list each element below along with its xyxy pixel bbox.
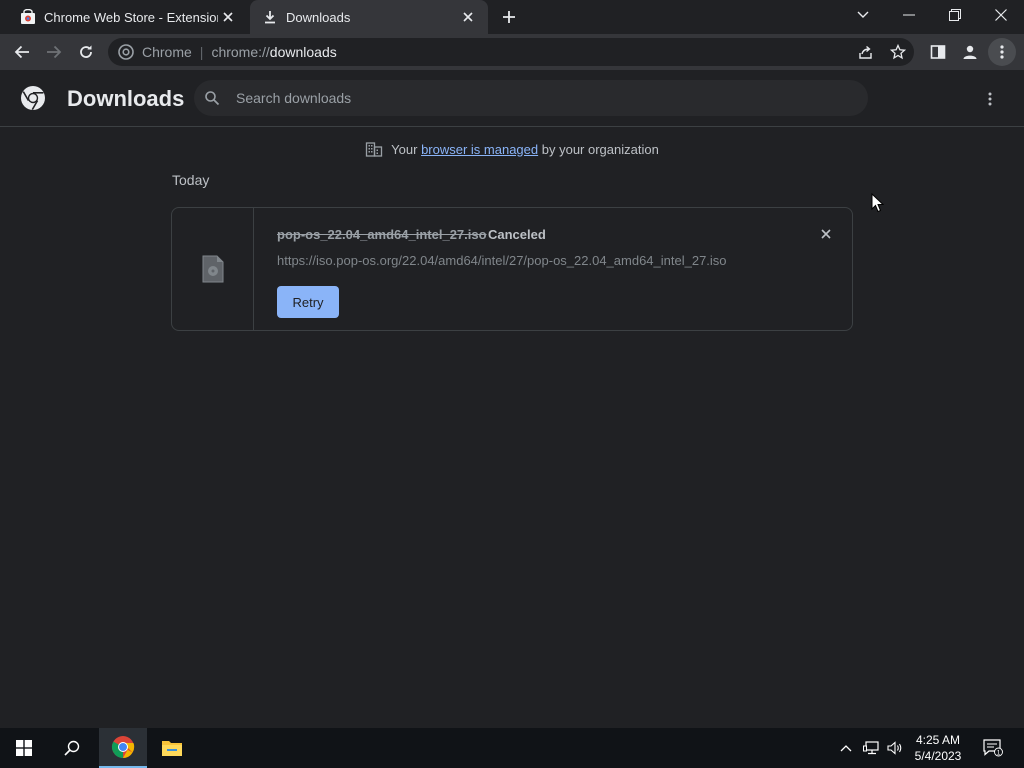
side-panel-icon[interactable] <box>924 38 952 66</box>
volume-icon[interactable] <box>884 728 906 768</box>
retry-button[interactable]: Retry <box>277 286 339 318</box>
mouse-cursor-icon <box>871 193 885 213</box>
search-input[interactable] <box>236 90 868 106</box>
chrome-logo-icon <box>20 85 46 111</box>
browser-managed-link[interactable]: browser is managed <box>421 142 538 157</box>
minimize-icon[interactable] <box>886 0 932 30</box>
tab-downloads[interactable]: Downloads <box>250 0 488 34</box>
tab-title: Chrome Web Store - Extensions <box>44 9 218 25</box>
notifications-icon[interactable]: 1 <box>980 728 1006 768</box>
chrome-icon <box>118 44 134 60</box>
windows-taskbar: 4:25 AM 5/4/2023 1 <box>0 728 1024 768</box>
restore-icon[interactable] <box>932 0 978 30</box>
reload-button[interactable] <box>72 38 100 66</box>
new-tab-button[interactable] <box>498 6 520 28</box>
network-icon[interactable] <box>860 728 882 768</box>
tab-chrome-web-store[interactable]: Chrome Web Store - Extensions <box>8 0 248 34</box>
downloads-header: Downloads <box>0 70 1024 127</box>
tab-search-icon[interactable] <box>840 0 886 30</box>
toolbar: Chrome | chrome:// downloads <box>0 34 1024 70</box>
download-status: Canceled <box>488 227 546 242</box>
file-icon <box>202 255 224 283</box>
page-title: Downloads <box>67 86 185 111</box>
taskbar-search-icon[interactable] <box>48 728 96 768</box>
managed-suffix: by your organization <box>541 141 659 157</box>
managed-prefix: Your <box>391 141 418 157</box>
profile-avatar-icon[interactable] <box>956 38 984 66</box>
download-icon <box>262 9 278 25</box>
show-hidden-icons-chevron-icon[interactable] <box>836 728 856 768</box>
clock-time: 4:25 AM <box>915 733 961 747</box>
notification-count: 1 <box>997 749 1001 756</box>
date-section-label: Today <box>172 172 210 188</box>
omnibox-chip: Chrome <box>142 44 192 60</box>
url-scheme: chrome:// <box>211 44 270 60</box>
chrome-web-store-icon <box>20 9 36 25</box>
more-actions-icon[interactable] <box>978 87 1002 111</box>
close-tab-icon[interactable] <box>218 7 238 27</box>
search-icon <box>204 90 220 106</box>
tab-title: Downloads <box>286 9 351 25</box>
tab-strip: Chrome Web Store - Extensions Downloads <box>0 0 1024 34</box>
taskbar-clock[interactable]: 4:25 AM 5/4/2023 <box>906 732 970 764</box>
omnibox-separator: | <box>199 44 204 60</box>
managed-notice: Your browser is managed by your organiza… <box>0 140 1024 158</box>
share-icon[interactable] <box>852 38 880 66</box>
address-bar[interactable]: Chrome | chrome:// downloads <box>108 38 914 66</box>
clock-date: 5/4/2023 <box>914 749 962 763</box>
url-host: downloads <box>269 44 337 60</box>
file-explorer-icon[interactable] <box>148 728 196 768</box>
close-window-icon[interactable] <box>978 0 1024 30</box>
file-icon-column <box>172 208 254 330</box>
taskbar-chrome-icon[interactable] <box>99 728 147 768</box>
file-name[interactable]: pop-os_22.04_amd64_intel_27.iso <box>277 227 487 242</box>
building-icon <box>365 140 383 158</box>
back-button[interactable] <box>8 38 36 66</box>
download-item-card: pop-os_22.04_amd64_intel_27.iso Canceled… <box>171 207 853 331</box>
bookmark-star-icon[interactable] <box>884 38 912 66</box>
close-tab-icon[interactable] <box>458 7 478 27</box>
forward-button[interactable] <box>40 38 68 66</box>
windows-start-icon[interactable] <box>0 728 48 768</box>
search-box[interactable] <box>194 80 868 116</box>
file-url[interactable]: https://iso.pop-os.org/22.04/amd64/intel… <box>277 253 727 268</box>
chrome-menu-icon[interactable] <box>988 38 1016 66</box>
remove-download-icon[interactable] <box>816 224 836 244</box>
